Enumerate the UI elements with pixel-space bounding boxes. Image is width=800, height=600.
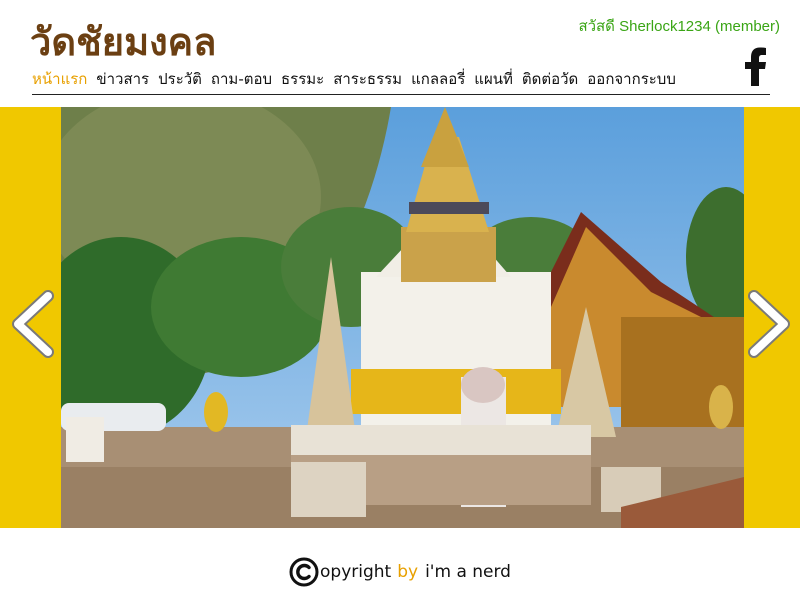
by-label: by	[397, 562, 419, 582]
nav-item-history[interactable]: ประวัติ	[158, 68, 202, 90]
chevron-right-icon[interactable]	[742, 288, 798, 360]
nav-item-gallery[interactable]: แกลลอรี่	[411, 68, 465, 90]
copyright-icon	[289, 557, 319, 587]
nav-item-map[interactable]: แผนที่	[474, 68, 513, 90]
nav-item-logout[interactable]: ออกจากระบบ	[587, 68, 676, 90]
nav-item-dharma-content[interactable]: สาระธรรม	[333, 68, 402, 90]
temple-stupa-photo	[61, 107, 744, 528]
nav-item-news[interactable]: ข่าวสาร	[96, 68, 149, 90]
nav-item-qa[interactable]: ถาม-ตอบ	[211, 68, 272, 90]
nav-item-home[interactable]: หน้าแรก	[32, 68, 87, 90]
footer: opyright by i'm a nerd	[0, 548, 800, 596]
site-title: วัดชัยมงคล	[30, 20, 217, 64]
nav-item-dharma[interactable]: ธรรมะ	[281, 68, 324, 90]
author-name: i'm a nerd	[425, 562, 511, 582]
copyright-text: opyright	[320, 562, 392, 582]
user-greeting: สวัสดี Sherlock1234 (member)	[578, 18, 780, 35]
chevron-left-icon[interactable]	[6, 288, 62, 360]
image-slider	[0, 107, 800, 528]
nav-item-contact[interactable]: ติดต่อวัด	[522, 68, 578, 90]
main-nav: หน้าแรก ข่าวสาร ประวัติ ถาม-ตอบ ธรรมะ สา…	[32, 68, 770, 95]
